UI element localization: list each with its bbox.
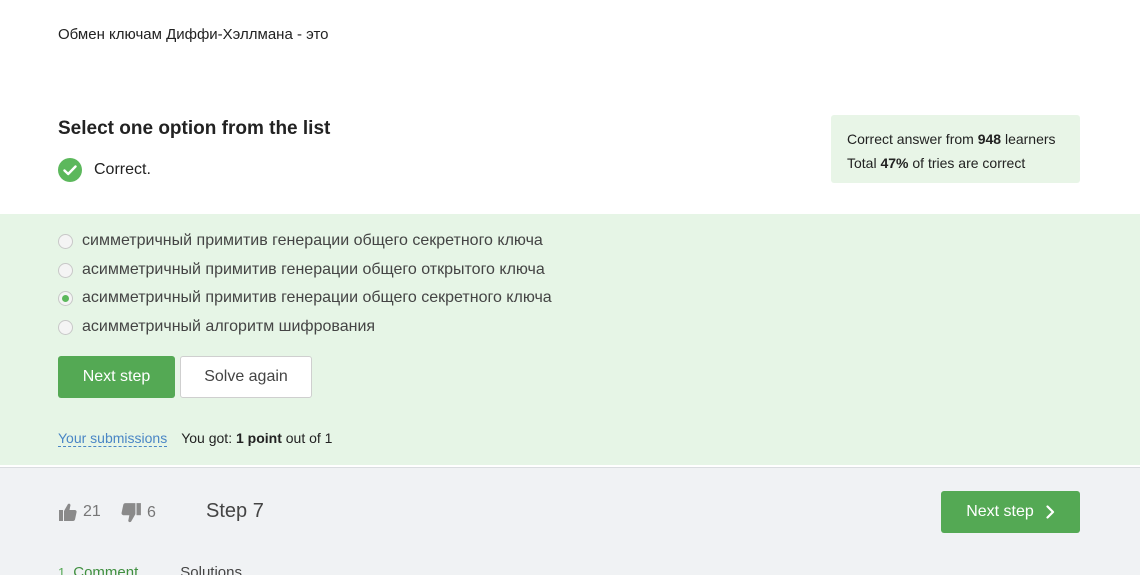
stats-prefix: Total — [847, 155, 877, 171]
task-title: Select one option from the list — [58, 118, 331, 139]
score-prefix: You got: — [181, 430, 233, 446]
option-label: симметричный примитив генерации общего с… — [82, 232, 543, 249]
radio-button-selected[interactable] — [58, 290, 73, 306]
comments-count: 1 — [58, 565, 66, 575]
step-label: Step 7 — [206, 500, 264, 522]
stats-suffix: learners — [1004, 131, 1056, 147]
stats-suffix: of tries are correct — [912, 155, 1026, 171]
score-suffix: out of 1 — [285, 430, 333, 446]
tab-solutions[interactable]: Solutions — [180, 564, 242, 575]
option-3[interactable]: асимметричный примитив генерации общего … — [58, 289, 552, 307]
step-page: Обмен ключам Диффи-Хэллмана - это Select… — [0, 0, 1140, 575]
learners-count: 948 — [977, 131, 1002, 147]
submissions-row: Your submissions You got: 1 point out of… — [58, 430, 332, 447]
stats-prefix: Correct answer from — [847, 131, 974, 147]
radio-button[interactable] — [58, 233, 73, 249]
option-1[interactable]: симметричный примитив генерации общего с… — [58, 232, 543, 250]
solve-again-button[interactable]: Solve again — [180, 356, 312, 398]
score-text: You got: 1 point out of 1 — [181, 430, 332, 447]
radio-button[interactable] — [58, 319, 73, 335]
option-4[interactable]: асимметричный алгоритм шифрования — [58, 318, 375, 336]
check-circle-icon — [58, 158, 82, 182]
chevron-right-icon — [1046, 505, 1054, 519]
option-label: асимметричный примитив генерации общего … — [82, 261, 545, 278]
next-step-label: Next step — [966, 503, 1034, 520]
stats-line-percent: Total 47% of tries are correct — [847, 151, 1080, 175]
answer-area: симметричный примитив генерации общего с… — [0, 214, 1140, 465]
option-label: асимметричный примитив генерации общего … — [82, 289, 552, 306]
comments-tab-label: Comment — [73, 564, 139, 575]
radio-button[interactable] — [58, 262, 73, 278]
option-label: асимметричный алгоритм шифрования — [82, 318, 376, 335]
correct-percent: 47% — [880, 155, 909, 171]
like-button[interactable]: 21 — [58, 502, 101, 522]
your-submissions-link[interactable]: Your submissions — [58, 430, 168, 447]
discussion-tabs: 1 Comment Solutions — [58, 564, 242, 575]
dislikes-count: 6 — [147, 504, 156, 521]
score-points: 1 point — [235, 430, 282, 446]
thumbs-down-icon — [121, 503, 141, 523]
status-text: Correct. — [94, 161, 151, 178]
thumbs-up-icon — [59, 503, 77, 521]
stats-line-learners: Correct answer from 948 learners — [847, 127, 1080, 151]
next-step-button[interactable]: Next step — [58, 356, 175, 398]
likes-count: 21 — [83, 503, 101, 520]
stats-box: Correct answer from 948 learners Total 4… — [831, 115, 1080, 183]
dislike-button[interactable]: 6 — [120, 502, 156, 524]
tab-comments[interactable]: 1 Comment — [58, 564, 138, 575]
step-footer: 21 6 Step 7 Next step 1 Comment Solutions — [0, 467, 1140, 575]
result-status: Correct. — [58, 158, 151, 182]
option-2[interactable]: асимметричный примитив генерации общего … — [58, 261, 545, 279]
footer-next-step-button[interactable]: Next step — [941, 491, 1080, 533]
question-text: Обмен ключам Диффи-Хэллмана - это — [58, 26, 329, 43]
